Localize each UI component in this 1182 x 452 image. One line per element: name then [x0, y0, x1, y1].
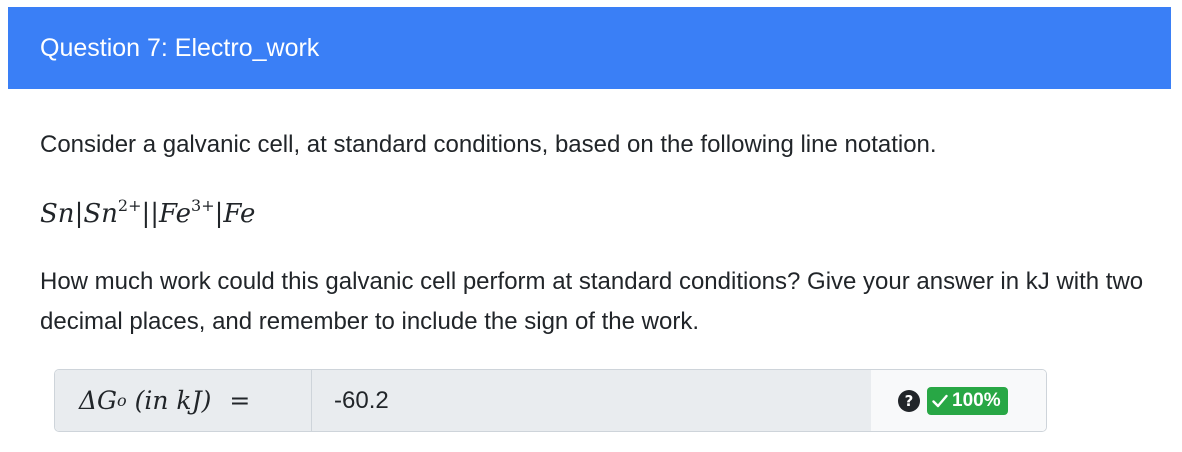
question-title: Question 7: Electro_work [40, 33, 320, 62]
answer-label: ΔG o (in kJ) = [55, 370, 312, 431]
cathode-metal: Fe [223, 199, 256, 229]
answer-input-group: ΔGo (in kJ) = ? 100% [54, 369, 1047, 432]
answer-label-superscript: o [117, 391, 127, 410]
cathode-ion: Fe [159, 199, 192, 229]
answer-label-unit: (in kJ) [134, 386, 212, 415]
cathode-ion-charge: 3+ [191, 196, 215, 215]
check-icon [932, 394, 948, 408]
question-intro: Consider a galvanic cell, at standard co… [40, 131, 937, 158]
anode-ion: Sn [83, 199, 118, 229]
question-header: Question 7: Electro_work [8, 7, 1171, 89]
score-badge[interactable]: 100% [927, 386, 1008, 415]
phase-boundary: | [74, 199, 84, 229]
answer-status: ? 100% [871, 370, 1046, 431]
score-value: 100% [952, 389, 1001, 411]
answer-input[interactable] [312, 370, 871, 431]
answer-label-equals: = [229, 386, 251, 415]
answer-label-symbol: ΔG [79, 386, 118, 415]
question-prompt: How much work could this galvanic cell p… [40, 268, 1144, 335]
line-notation: Sn|Sn2+||Fe3+|Fe [40, 196, 255, 229]
anode-ion-charge: 2+ [117, 196, 142, 215]
salt-bridge: || [141, 199, 160, 229]
anode-metal: Sn [40, 199, 75, 229]
question-circle-icon[interactable]: ? [898, 389, 920, 412]
